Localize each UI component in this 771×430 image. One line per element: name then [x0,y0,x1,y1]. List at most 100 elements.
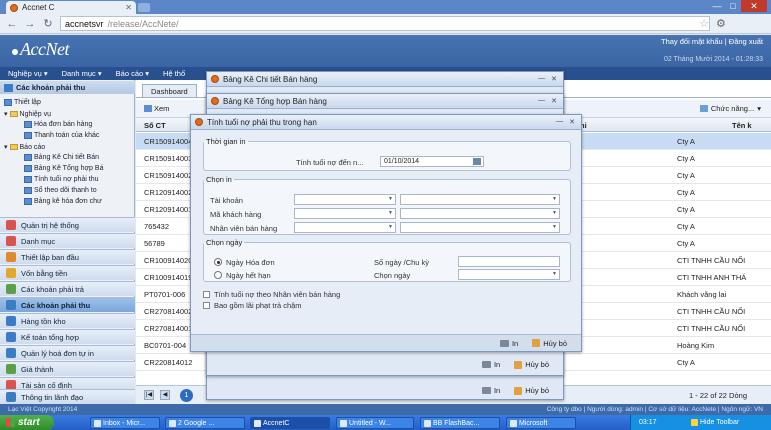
page-icon [24,198,32,205]
chon-ngay-select[interactable] [458,269,560,280]
nav-ke-toan[interactable]: Kế toán tổng hợp [0,329,135,344]
collapse-icon[interactable]: ▾ [4,110,8,118]
ma-kh-to-select[interactable] [400,208,560,219]
dialog-titlebar[interactable]: Tính tuổi nợ phải thu trong hạn — ✕ [191,115,581,130]
nhan-vien-to-select[interactable] [400,222,560,233]
tai-khoan-to-select[interactable] [400,194,560,205]
first-page-button[interactable]: |◀ [144,390,154,400]
tree-item-nghiep-vu[interactable]: ▾ Nghiệp vụ [4,110,51,119]
menu-danh-muc[interactable]: Danh mục ▾ [62,69,102,78]
tree-item-thiet-lap[interactable]: Thiết lập [4,99,41,106]
nav-thiet-lap[interactable]: Thiết lập ban đầu [0,249,135,264]
menu-he-thong[interactable]: Hệ thố [163,69,185,78]
date-input[interactable]: 01/10/2014 [380,156,484,167]
tab-close-icon[interactable]: ✕ [125,3,132,12]
nav-quan-tri[interactable]: Quản trị hệ thống [0,217,135,232]
cell-ten: Cty A [677,171,695,180]
tree-item-so-theo-doi[interactable]: Sổ theo dõi thanh to [24,187,97,194]
minimize-button[interactable]: — [709,0,725,12]
so-ngay-input[interactable] [458,256,560,267]
bookmark-star-icon[interactable]: ☆ [699,17,709,30]
tree-item-bk-hoa-don[interactable]: Bảng kê hóa đơn chư [24,198,102,205]
in-button[interactable]: In [481,386,501,395]
maximize-button[interactable]: □ [725,0,741,12]
collapse-icon[interactable]: ▾ [4,143,8,151]
tree-item-tinh-tuoi-no[interactable]: Tính tuổi nợ phải thu [24,176,99,183]
checkbox-lai-phat[interactable] [203,302,210,309]
cell-ten: Cty A [677,205,695,214]
tree-label: Sổ theo dõi thanh to [34,187,97,194]
start-button[interactable]: start [0,415,54,430]
nav-phai-thu[interactable]: Các khoản phải thu [0,297,135,312]
browser-tab[interactable]: Accnet C ✕ [6,1,136,14]
huy-bo-button[interactable]: Hủy bỏ [514,386,549,395]
ma-kh-from-select[interactable] [294,208,396,219]
sidebar-header[interactable]: Các khoản phải thu [0,81,135,94]
nav-lanh-dao[interactable]: Thông tin lãnh đạo [0,389,135,404]
nav-von-bang-tien[interactable]: Vốn bằng tiền [0,265,135,280]
window-icon [211,97,219,105]
address-bar[interactable]: accnetsvr/release/AccNete/ ☆ [60,16,710,31]
nav-danh-muc[interactable]: Danh mục [0,233,135,248]
menu-nghiep-vu[interactable]: Nghiệp vụ ▾ [8,69,48,78]
window-tong-hop-titlebar[interactable]: Bảng Kê Tổng hợp Bán hàng — ✕ [207,94,563,109]
window-close-button[interactable]: ✕ [741,0,767,12]
tree-item-bao-cao[interactable]: ▾ Báo cáo [4,143,45,152]
tree-item-hoa-don[interactable]: Hóa đơn bán hàng [24,121,92,128]
taskbar-item-microsoft[interactable]: Microsoft [506,417,576,429]
nav-hoa-don-tu-in[interactable]: Quản lý hoá đơn tự in [0,345,135,360]
chuc-nang-label: Chức năng... [710,104,755,113]
nav-label: Giá thành [21,364,54,374]
minimize-icon[interactable]: — [556,118,563,126]
recorder-icon [424,419,431,427]
taskbar-item-google[interactable]: 2 Google ... [165,417,245,429]
back-icon[interactable]: ← [6,18,18,30]
invoice-icon [6,348,16,358]
new-tab-button[interactable] [138,3,150,12]
chuc-nang-menu[interactable]: Chức năng... ▾ [699,104,761,113]
close-icon[interactable]: ✕ [551,97,557,105]
tai-khoan-from-select[interactable] [294,194,396,205]
hide-toolbar-button[interactable]: Hide Toolbar [691,419,739,426]
nav-hang-ton-kho[interactable]: Hàng tồn kho [0,313,135,328]
window-controls: — □ ✕ [709,0,767,13]
in-label: In [493,386,501,395]
in-button[interactable]: In [481,360,500,369]
radio-ngay-het-han[interactable] [214,271,222,279]
forward-icon[interactable]: → [24,18,36,30]
menu-bao-cao[interactable]: Báo cáo ▾ [116,69,149,78]
huy-bo-button[interactable]: Hủy bỏ [514,360,549,369]
in-button[interactable]: In [499,339,518,348]
ledger-icon [6,332,16,342]
logo-dot-icon [12,49,18,55]
taskbar-item-inbox[interactable]: Inbox - Micr... [90,417,160,429]
tree-item-bk-chi-tiet[interactable]: Bảng Kê Chi tiết Bán [24,154,99,161]
tree-item-bk-tong-hop[interactable]: Bảng Kê Tổng hợp Bá [24,165,103,172]
taskbar-item-accnetc[interactable]: AccnetC [250,417,330,429]
tab-dashboard[interactable]: Dashboard [142,84,197,97]
checkbox-theo-nhan-vien[interactable] [203,291,210,298]
wrench-icon[interactable]: ⚙ [716,17,726,30]
col-so-ct[interactable]: Số CT [144,121,166,130]
close-icon[interactable]: ✕ [551,75,557,83]
header-links[interactable]: Thay đổi mật khẩu | Đăng xuất [661,37,763,46]
xem-button[interactable]: Xem [144,104,169,113]
page-number[interactable]: 1 [180,389,193,402]
taskbar-item-untitled[interactable]: Untitled - W... [336,417,414,429]
col-ten-kh[interactable]: Tên k [732,121,752,130]
so-ngay-label: Số ngày /Chu kỳ [374,258,430,267]
nav-gia-thanh[interactable]: Giá thành [0,361,135,376]
prev-page-button[interactable]: ◀ [160,390,170,400]
window-chi-tiet-titlebar[interactable]: Bảng Kê Chi tiết Bán hàng — ✕ [207,72,563,87]
close-icon[interactable]: ✕ [569,118,575,126]
calendar-icon[interactable] [473,158,481,165]
nhan-vien-from-select[interactable] [294,222,396,233]
tree-item-thanh-toan[interactable]: Thanh toán của khác [24,132,99,139]
reload-icon[interactable]: ↻ [42,17,54,30]
nav-phai-tra[interactable]: Các khoản phải trả [0,281,135,296]
radio-ngay-hoa-don[interactable] [214,258,222,266]
huy-bo-button[interactable]: Hủy bỏ [532,339,567,348]
taskbar-item-flashback[interactable]: BB FlashBac... [420,417,500,429]
minimize-icon[interactable]: — [538,75,545,83]
minimize-icon[interactable]: — [538,97,545,105]
